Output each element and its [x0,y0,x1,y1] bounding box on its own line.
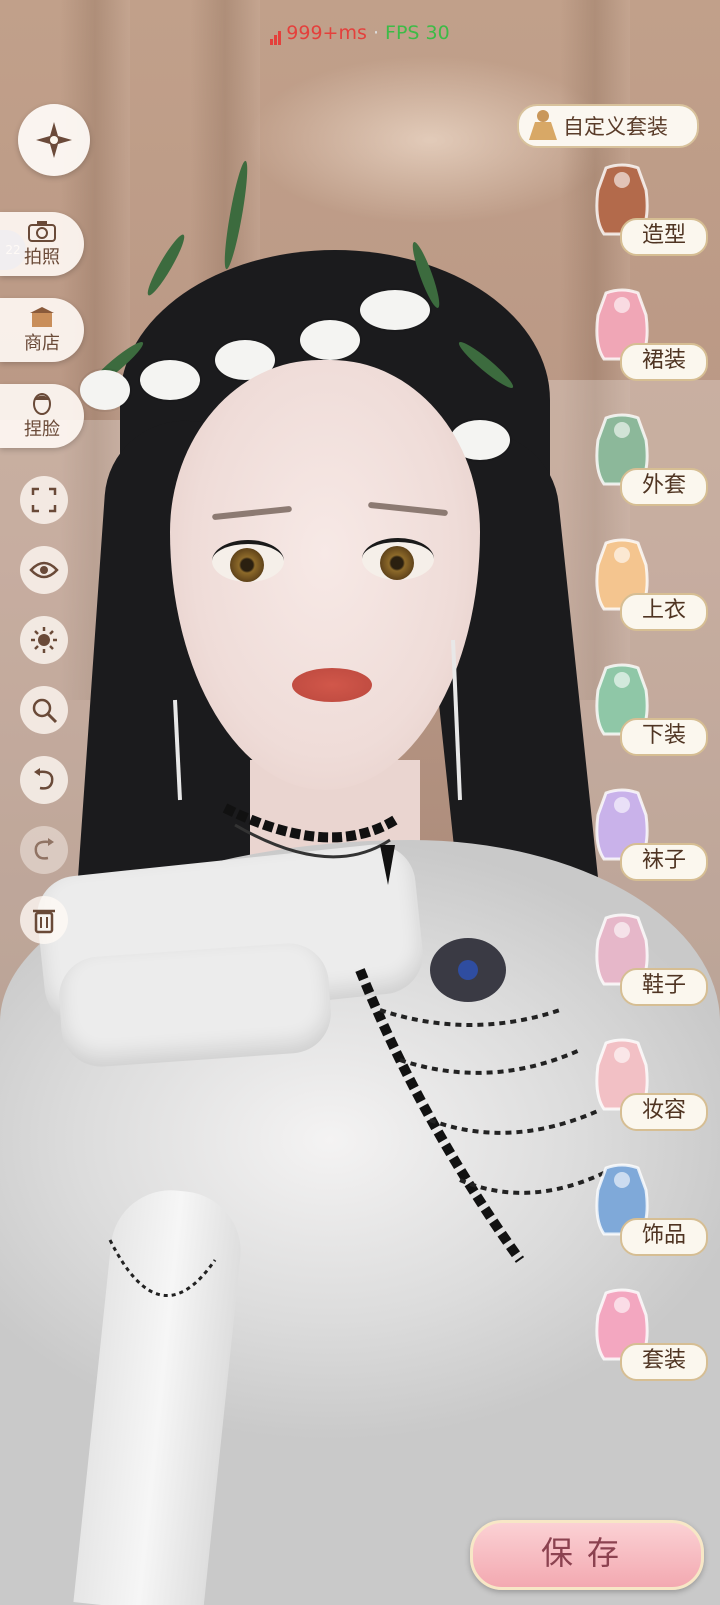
category-4[interactable]: 下装 [580,660,710,770]
signal-icon [270,23,282,45]
redo-icon [34,838,54,860]
face-edit-label: 捏脸 [24,419,60,440]
custom-outfit-label: 自定义套装 [563,115,668,139]
performance-status: 999+ms · FPS 30 [0,22,720,45]
shop-label: 商店 [24,333,60,354]
custom-outfit-button[interactable]: 自定义套装 [517,104,699,148]
trash-icon [33,909,55,934]
zoom-button[interactable] [20,686,68,734]
fps-text: FPS 30 [385,22,450,44]
camera-icon [28,221,56,242]
brightness-icon [31,627,57,653]
category-label: 下装 [620,718,708,756]
category-0[interactable]: 造型 [580,160,710,270]
category-label: 妆容 [620,1093,708,1131]
category-6[interactable]: 鞋子 [580,910,710,1020]
category-3[interactable]: 上衣 [580,535,710,645]
hide-ui-button[interactable] [20,546,68,594]
category-2[interactable]: 外套 [580,410,710,520]
category-8[interactable]: 饰品 [580,1160,710,1270]
face-icon [33,393,51,415]
eye-icon [29,561,59,579]
fullscreen-icon [31,487,57,513]
category-7[interactable]: 妆容 [580,1035,710,1145]
category-label: 上衣 [620,593,708,631]
shop-icon [30,307,54,327]
zoom-icon [32,698,58,724]
menu-compass-button[interactable] [18,104,90,176]
compass-star-icon [36,122,72,158]
category-1[interactable]: 裙装 [580,285,710,395]
category-label: 外套 [620,468,708,506]
category-9[interactable]: 套装 [580,1285,710,1395]
category-label: 裙装 [620,343,708,381]
photo-button[interactable]: 拍照 [0,212,84,276]
undo-icon [34,768,54,790]
delete-button[interactable] [20,896,68,944]
category-label: 造型 [620,218,708,256]
undo-button[interactable] [20,756,68,804]
lighting-button[interactable] [20,616,68,664]
face-edit-button[interactable]: 捏脸 [0,384,84,448]
photo-label: 拍照 [24,247,60,268]
save-button[interactable]: 保存 [470,1520,704,1590]
status-separator: · [372,22,379,44]
ping-text: 999+ms [286,22,367,44]
category-5[interactable]: 袜子 [580,785,710,895]
fullscreen-button[interactable] [20,476,68,524]
redo-button[interactable] [20,826,68,874]
category-label: 套装 [620,1343,708,1381]
category-label: 饰品 [620,1218,708,1256]
category-label: 鞋子 [620,968,708,1006]
dress-icon [529,110,557,140]
category-label: 袜子 [620,843,708,881]
shop-button[interactable]: 商店 [0,298,84,362]
